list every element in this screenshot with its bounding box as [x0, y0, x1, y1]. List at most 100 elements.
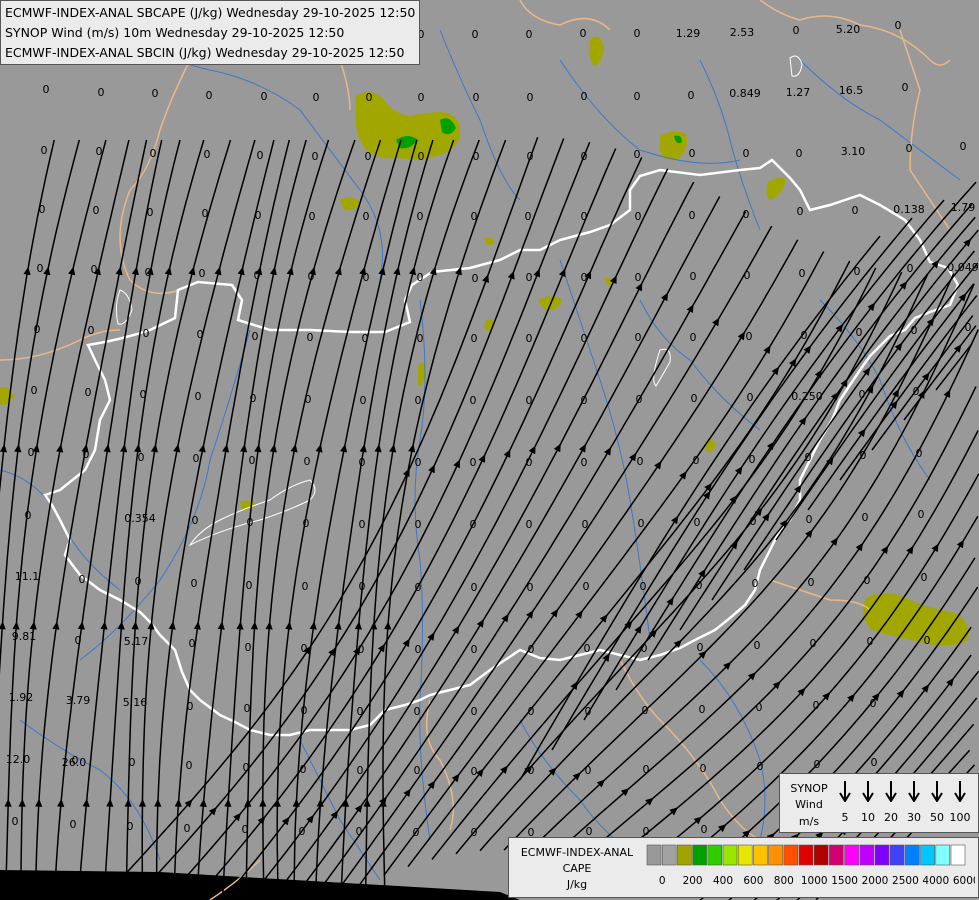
sbcin-value: 0 [743, 147, 750, 160]
sbcin-value: 0 [418, 91, 425, 104]
sbcin-value: 0 [637, 455, 644, 468]
sbcin-value: 0 [254, 269, 261, 282]
cape-scale-label: 800 [774, 875, 794, 887]
sbcin-value: 0 [581, 150, 588, 163]
sbcin-value: 0 [415, 456, 422, 469]
sbcin-value: 0 [691, 392, 698, 405]
sbcin-value: 0 [417, 271, 424, 284]
sbcin-value: 0 [93, 204, 100, 217]
sbcin-value: 0 [242, 823, 249, 836]
wind-barb-arrow-icon [907, 780, 921, 802]
sbcin-value: 0 [871, 756, 878, 769]
sbcin-value: 0 [864, 574, 871, 587]
sbcin-value: 0 [75, 634, 82, 647]
sbcin-value: 0 [246, 579, 253, 592]
sbcin-value: 0 [965, 321, 972, 334]
wind-barb-arrow-icon [861, 780, 875, 802]
sbcin-value: 0 [640, 580, 647, 593]
sbcin-value: 1.92 [9, 691, 34, 704]
sbcin-value: 0 [638, 517, 645, 530]
sbcin-value: 0 [907, 262, 914, 275]
sbcin-value: 5.17 [124, 635, 149, 648]
sbcin-value: 0 [192, 514, 199, 527]
sbcin-value: 0 [862, 511, 869, 524]
sbcin-value: 0 [635, 331, 642, 344]
sbcin-value: 0 [699, 703, 706, 716]
sbcin-value: 0 [744, 269, 751, 282]
sbcin-value: 0 [471, 581, 478, 594]
sbcin-value: 0 [415, 581, 422, 594]
sbcin-value: 0 [309, 210, 316, 223]
cape-color-swatch [859, 844, 875, 866]
sbcin-value: 0 [689, 147, 696, 160]
sbcin-value: 0 [417, 332, 424, 345]
sbcin-value: 0 [854, 265, 861, 278]
sbcin-value: 0 [799, 267, 806, 280]
sbcin-value: 0 [152, 87, 159, 100]
sbcin-value: 0 [641, 642, 648, 655]
sbcin-value: 0 [471, 210, 478, 223]
sbcin-value: 0 [690, 270, 697, 283]
sbcin-value: 1.29 [676, 27, 701, 40]
sbcin-value: 0 [796, 147, 803, 160]
sbcin-value: 0 [143, 327, 150, 340]
sbcin-value: 0 [414, 764, 421, 777]
sbcin-value: 0 [757, 760, 764, 773]
cape-color-swatch [813, 844, 829, 866]
cape-scale-label: 1500 [831, 875, 858, 887]
sbcin-value: 0 [473, 150, 480, 163]
synop-wind-legend: SYNOP Wind m/s 5 10 20 30 50 100 [779, 773, 979, 833]
sbcin-value: 0 [417, 210, 424, 223]
cape-scale-label: 600 [743, 875, 763, 887]
cape-color-swatch [677, 844, 692, 866]
sbcin-value: 0 [528, 643, 535, 656]
cape-color-swatch [889, 844, 905, 866]
sbcin-value: 0 [470, 394, 477, 407]
sbcin-value: 0 [362, 332, 369, 345]
sbcin-value: 0 [852, 204, 859, 217]
sbcin-value: 0 [581, 456, 588, 469]
sbcin-value: 0 [808, 576, 815, 589]
sbcin-value: 16.5 [839, 84, 864, 97]
sbcin-value: 0 [301, 642, 308, 655]
sbcin-value: 0 [199, 267, 206, 280]
title-cape: ECMWF-INDEX-ANAL SBCAPE (J/kg) Wednesday… [5, 5, 416, 20]
forecast-map[interactable]: 0 0 0 0 0 0 0 0 0 0 0 0 0 0 0 0 0 0 0 0 0 0 0 0 0 0 0 0 0 0 0 0 0 0 0 0 0 0 0 0… [0, 0, 979, 900]
sbcin-value: 0 [257, 149, 264, 162]
sbcin-value: 3.10 [841, 145, 866, 158]
sbcin-value: 1.79 [951, 201, 976, 214]
cape-color-swatch [707, 844, 723, 866]
sbcin-value: 0 [813, 699, 820, 712]
sbcin-value: 0 [747, 391, 754, 404]
sbcin-value: 0 [91, 263, 98, 276]
sbcin-value: 0 [528, 764, 535, 777]
sbcin-value: 0 [189, 637, 196, 650]
sbcin-value: 5.16 [123, 696, 148, 709]
sbcin-value: 0 [526, 394, 533, 407]
sbcin-value: 0 [472, 272, 479, 285]
sbcin-value: 0 [700, 762, 707, 775]
sbcin-value: 0 [413, 826, 420, 839]
sbcin-value: 0 [642, 704, 649, 717]
sbcin-value: 0 [585, 705, 592, 718]
sbcin-value: 0 [202, 207, 209, 220]
sbcin-value: 0 [249, 454, 256, 467]
sbcin-value: 0 [470, 518, 477, 531]
sbcin-value: 0 [918, 508, 925, 521]
sbcin-value: 0.049 [947, 261, 979, 274]
cape-color-swatch [874, 844, 890, 866]
sbcin-value: 0 [471, 332, 478, 345]
sbcin-value: 0 [359, 580, 366, 593]
sbcin-value: 0 [580, 27, 587, 40]
synop-legend-title: SYNOP [790, 782, 828, 795]
sbcin-value: 0 [41, 144, 48, 157]
sbcin-value: 0 [184, 822, 191, 835]
sbcin-value: 0 [147, 206, 154, 219]
sbcin-value: 0 [186, 759, 193, 772]
map-canvas[interactable]: 0 0 0 0 0 0 0 0 0 0 0 0 0 0 0 0 0 0 0 0 0 0 0 0 0 0 0 0 0 0 0 0 0 0 0 0 0 0 0 0… [0, 0, 979, 900]
sbcin-value: 0 [363, 210, 370, 223]
cape-legend-unit: J/kg [566, 878, 588, 891]
sbcin-value: 0 [197, 328, 204, 341]
sbcin-value: 0 [312, 150, 319, 163]
sbcin-value: 0.138 [893, 203, 925, 216]
